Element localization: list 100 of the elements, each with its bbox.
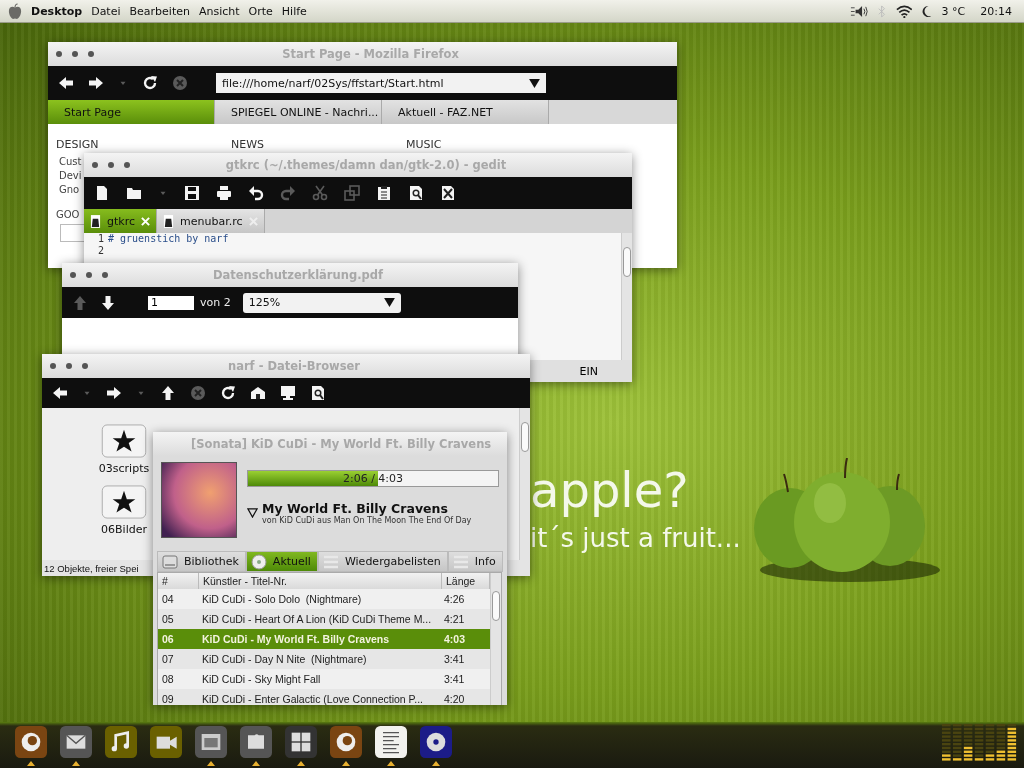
back-arrow-icon[interactable] [58,75,74,91]
line-number: 1 [96,233,105,245]
folder-name[interactable]: 06Bilder [101,523,147,536]
music-note-icon[interactable] [105,726,137,758]
starred-folder-icon[interactable] [100,424,148,458]
window-button[interactable] [88,51,94,57]
printer-icon[interactable] [216,185,232,201]
scrollbar[interactable] [621,233,632,360]
undo-icon[interactable] [248,185,264,201]
wallpaper-headline: apple? [530,462,689,518]
expander-icon[interactable] [247,507,258,518]
address-bar[interactable]: file:///home/narf/02Sys/ffstart/Start.html [216,73,546,93]
back-arrow-icon[interactable] [52,385,68,401]
bookmark-link[interactable]: Gno [59,183,80,197]
wallpaper-tagline: it´s just a fruit... [530,523,741,553]
window-button[interactable] [70,272,76,278]
house-icon[interactable] [250,385,266,401]
starred-folder-icon[interactable] [100,485,148,519]
document-tab[interactable]: menubar.rc [157,209,265,233]
folder-name[interactable]: 03scripts [98,462,150,475]
globe-icon[interactable] [330,726,362,758]
monitor-icon[interactable] [280,385,296,401]
list-icon [452,553,469,570]
browser-tab[interactable]: SPIEGEL ONLINE - Nachri... [215,100,382,124]
document-icon[interactable] [94,185,110,201]
track-row[interactable]: 07 KiD CuDi - Day N Nite (Nightmare) 3:41 [158,649,490,669]
document-tab[interactable]: gtkrc [84,209,157,233]
page-count: von 2 [200,296,231,309]
window-button[interactable] [86,272,92,278]
progress-bar[interactable]: 2:06 / 4:03 [247,470,499,487]
clipboard-icon[interactable] [376,185,392,201]
file-icon [90,214,101,228]
song-details: von KiD CuDi aus Man On The Moon The End Of Day [262,516,472,525]
column-header[interactable]: # [158,573,199,589]
window-button[interactable] [92,162,98,168]
track-row[interactable]: 05 KiD CuDi - Heart Of A Lion (KiD CuDi Theme M... 4:21 [158,609,490,629]
window-button[interactable] [102,272,108,278]
window-icon[interactable] [195,726,227,758]
player-tab[interactable]: Aktuell [245,551,318,572]
track-row[interactable]: 09 KiD CuDi - Enter Galactic (Love Connection P... 4:20 [158,689,490,705]
page-field[interactable]: 1 [148,295,194,310]
player-tab[interactable]: Bibliothek [157,551,246,572]
apple-logo-icon[interactable] [8,3,22,19]
search-icon[interactable] [408,185,424,201]
window-button[interactable] [50,363,56,369]
envelope-icon[interactable] [60,726,92,758]
wifi-icon[interactable] [895,4,913,18]
bookmark-link[interactable]: Devi [59,169,82,183]
globe-icon[interactable] [15,726,47,758]
window-button[interactable] [66,363,72,369]
menu-item[interactable]: Orte [248,4,273,18]
browser-tab[interactable]: Aktuell - FAZ.NET [382,100,549,124]
volume-icon[interactable] [849,4,869,18]
forward-arrow-icon[interactable] [106,385,122,401]
folder-icon[interactable] [126,185,142,201]
dropdown-caret-icon[interactable] [529,78,540,88]
document-page-icon[interactable] [375,726,407,758]
player-tab[interactable]: Wiedergabelisten [317,551,448,572]
document-cross-icon[interactable] [440,185,456,201]
window-button[interactable] [72,51,78,57]
forward-arrow-icon[interactable] [88,75,104,91]
track-row[interactable]: 08 KiD CuDi - Sky Might Fall 3:41 [158,669,490,689]
temperature[interactable]: 3 °C [941,4,966,18]
section-heading: DESIGN [56,138,100,151]
window-title: Datenschutzerklärung.pdf [212,268,384,282]
line-number: 2 [96,245,105,257]
down-arrow-icon[interactable] [100,294,116,311]
status-text: 12 Objekte, freier Spei [44,562,139,574]
reload-icon[interactable] [220,385,236,401]
window-button[interactable] [108,162,114,168]
search-heading: GOO [56,209,80,220]
code-line: # gruenstich by narf [108,233,229,245]
track-row[interactable]: 06 KiD CuDi - My World Ft. Billy Cravens 4:03 [158,629,490,649]
scrollbar[interactable] [519,408,530,560]
menu-item[interactable]: Hilfe [281,4,307,18]
bookmark-link[interactable]: Cust [59,155,82,169]
grid-icon[interactable] [285,726,317,758]
player-tab[interactable]: Info [447,551,503,572]
menu-item[interactable]: Ansicht [198,4,240,18]
reload-icon[interactable] [142,75,158,91]
video-camera-icon[interactable] [150,726,182,758]
zoom-dropdown[interactable]: 125% [242,292,401,313]
search-field[interactable] [60,224,86,242]
window-button[interactable] [82,363,88,369]
column-header[interactable]: Künstler - Titel-Nr. [199,573,442,589]
list-icon [322,553,339,570]
menu-item[interactable]: Datei [91,4,121,18]
track-row[interactable]: 04 KiD CuDi - Solo Dolo (Nightmare) 4:26 [158,589,490,609]
scrollbar[interactable] [490,573,501,705]
window-button[interactable] [56,51,62,57]
clock[interactable]: 20:14 [980,4,1012,18]
menu-item[interactable]: Bearbeiten [129,4,190,18]
window-button[interactable] [124,162,130,168]
search-icon[interactable] [310,385,326,401]
places-menu[interactable]: Desktop [31,4,83,18]
disc-icon [250,553,267,570]
up-arrow-icon[interactable] [160,385,176,401]
dropdown-caret-icon[interactable] [383,298,395,307]
moon-icon[interactable] [921,4,933,18]
browser-tab[interactable]: Start Page [48,100,215,124]
